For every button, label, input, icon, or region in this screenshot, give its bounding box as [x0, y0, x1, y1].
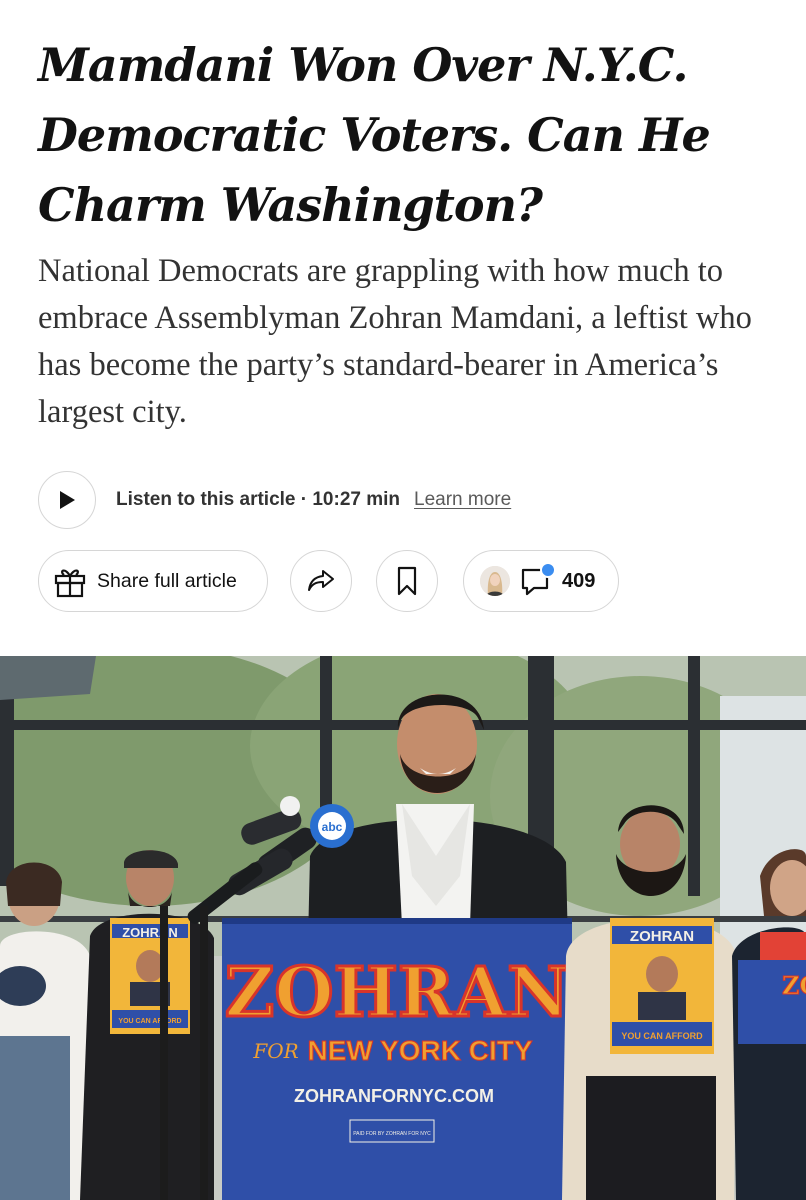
podium-sign: ZOHRAN FOR NEW YORK CITY ZOHRANFORNYC.CO… [222, 918, 572, 1200]
sign-fine-print: PAID FOR BY ZOHRAN FOR NYC [353, 1131, 431, 1137]
learn-more-link[interactable]: Learn more [414, 489, 511, 511]
share-full-label: Share full article [97, 569, 237, 592]
save-button[interactable] [376, 550, 438, 612]
sign-url: ZOHRANFORNYC.COM [294, 1086, 494, 1106]
play-icon [60, 491, 75, 509]
listen-label: Listen to this article · 10:27 min [116, 489, 401, 510]
comment-count: 409 [562, 569, 596, 592]
sign-for: FOR [252, 1039, 298, 1063]
poster-left-name: ZOHRAN [122, 925, 178, 940]
share-full-article-button[interactable]: Share full article [38, 550, 268, 612]
sign-city: NEW YORK CITY [307, 1035, 532, 1066]
avatar [480, 566, 510, 596]
comments-button[interactable]: 409 [463, 550, 619, 612]
audio-player: Listen to this article · 10:27 min Learn… [38, 470, 778, 530]
poster-left-tagline: YOU CAN AFFORD [118, 1018, 181, 1025]
poster-right: ZOHRAN YOU CAN AFFORD [610, 918, 714, 1054]
notification-dot [540, 562, 556, 578]
poster-right-tagline: YOU CAN AFFORD [621, 1031, 703, 1041]
article-summary: National Democrats are grappling with ho… [38, 253, 752, 430]
article-photo: ZOHRAN YOU CAN AFFORD abc ZOHRAN FOR NEW… [0, 656, 806, 1200]
poster-right-name: ZOHRAN [630, 928, 694, 945]
share-button[interactable] [290, 550, 352, 612]
poster-far-right-name: ZOHRAN [782, 971, 806, 1000]
bookmark-icon [397, 566, 417, 596]
mic-logo: abc [322, 820, 343, 834]
share-arrow-icon [308, 570, 334, 591]
gift-icon [54, 569, 86, 598]
play-button[interactable] [38, 471, 96, 529]
sign-name: ZOHRAN [225, 953, 570, 1033]
article-headline: Mamdani Won Over N.Y.C. Democratic Voter… [38, 38, 711, 232]
poster-left: ZOHRAN YOU CAN AFFORD [110, 918, 190, 1034]
